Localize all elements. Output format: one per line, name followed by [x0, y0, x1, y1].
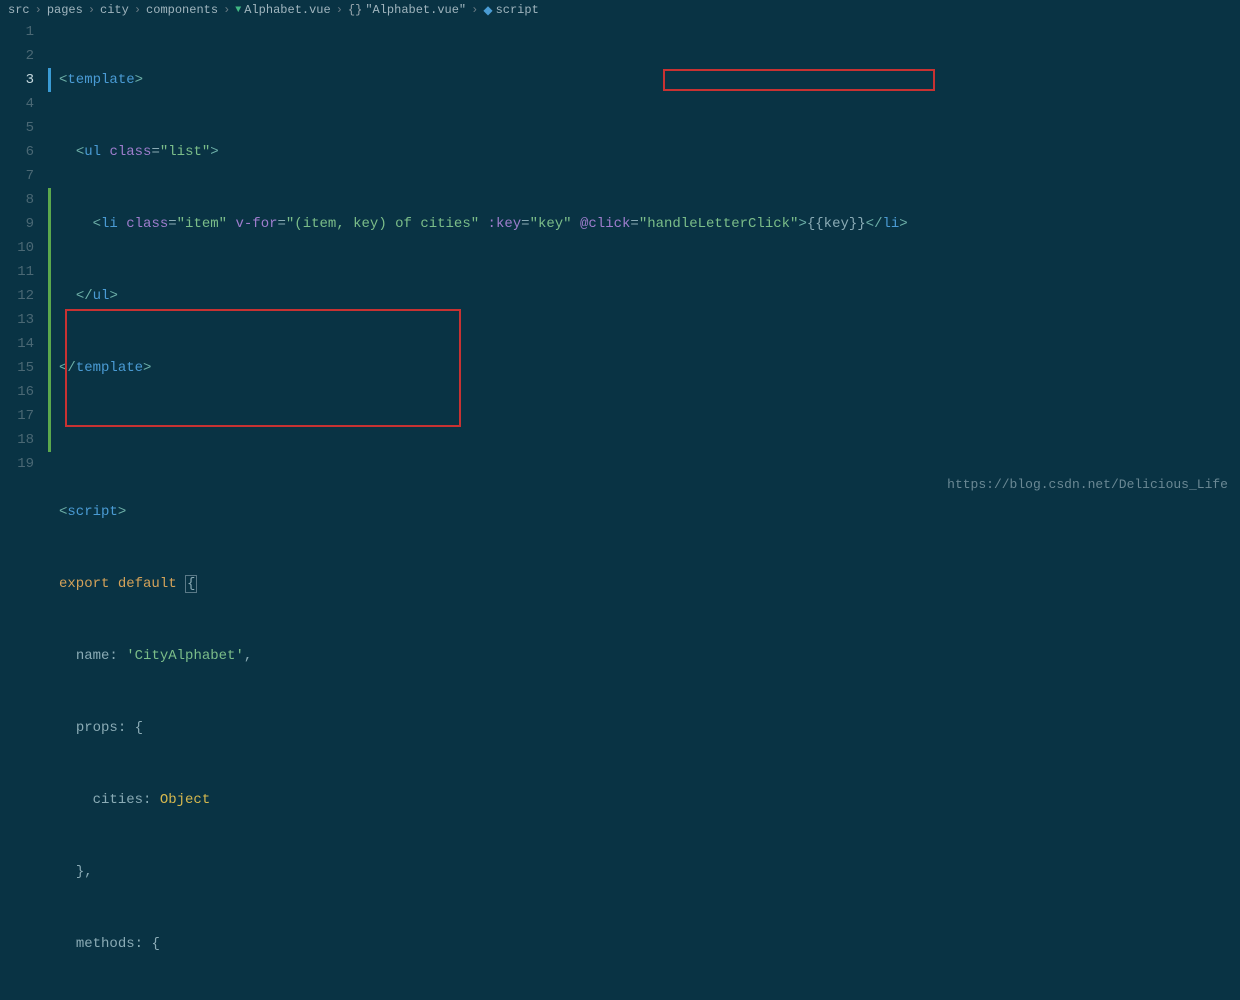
breadcrumb[interactable]: src › pages › city › components › ▼ Alph…	[0, 0, 1240, 20]
code-line[interactable]: export default {	[59, 572, 1240, 596]
watermark: https://blog.csdn.net/Delicious_Life	[947, 477, 1228, 492]
chevron-right-icon: ›	[471, 3, 478, 17]
code-line[interactable]: methods: {	[59, 932, 1240, 956]
line-number: 8	[0, 188, 34, 212]
breadcrumb-item[interactable]: components	[146, 3, 218, 17]
code-line[interactable]: },	[59, 860, 1240, 884]
breadcrumb-item[interactable]: city	[100, 3, 129, 17]
code-line[interactable]: <script>	[59, 500, 1240, 524]
code-line[interactable]: <li class="item" v-for="(item, key) of c…	[59, 212, 1240, 236]
chevron-right-icon: ›	[134, 3, 141, 17]
line-number: 9	[0, 212, 34, 236]
line-number: 17	[0, 404, 34, 428]
line-number: 7	[0, 164, 34, 188]
line-number: 10	[0, 236, 34, 260]
chevron-right-icon: ›	[88, 3, 95, 17]
line-number: 14	[0, 332, 34, 356]
line-number: 6	[0, 140, 34, 164]
braces-icon: {}	[348, 3, 362, 17]
line-number: 3	[0, 68, 34, 92]
code-line[interactable]: cities: Object	[59, 788, 1240, 812]
line-number: 16	[0, 380, 34, 404]
line-number: 4	[0, 92, 34, 116]
code-line[interactable]	[59, 428, 1240, 452]
breadcrumb-item[interactable]: "Alphabet.vue"	[365, 3, 466, 17]
chevron-right-icon: ›	[223, 3, 230, 17]
code-line[interactable]: <ul class="list">	[59, 140, 1240, 164]
breadcrumb-item[interactable]: script	[496, 3, 539, 17]
breadcrumb-item[interactable]: Alphabet.vue	[244, 3, 330, 17]
line-number: 18	[0, 428, 34, 452]
line-number: 13	[0, 308, 34, 332]
breadcrumb-item[interactable]: pages	[47, 3, 83, 17]
chevron-right-icon: ›	[336, 3, 343, 17]
line-number: 1	[0, 20, 34, 44]
code-line[interactable]: <template>	[59, 68, 1240, 92]
line-number: 5	[0, 116, 34, 140]
breadcrumb-item[interactable]: src	[8, 3, 30, 17]
line-number: 2	[0, 44, 34, 68]
line-number-gutter: 1 2 3 4 5 6 7 8 9 10 11 12 13 14 15 16 1…	[0, 20, 48, 500]
vue-icon: ▼	[235, 5, 241, 16]
code-line[interactable]: name: 'CityAlphabet',	[59, 644, 1240, 668]
line-number: 19	[0, 452, 34, 476]
cube-icon: ◆	[483, 3, 492, 18]
editor[interactable]: 1 2 3 4 5 6 7 8 9 10 11 12 13 14 15 16 1…	[0, 20, 1240, 500]
code-area[interactable]: <template> <ul class="list"> <li class="…	[51, 20, 1240, 500]
line-number: 11	[0, 260, 34, 284]
line-number: 12	[0, 284, 34, 308]
code-line[interactable]: </template>	[59, 356, 1240, 380]
code-line[interactable]: props: {	[59, 716, 1240, 740]
code-line[interactable]: </ul>	[59, 284, 1240, 308]
line-number: 15	[0, 356, 34, 380]
chevron-right-icon: ›	[35, 3, 42, 17]
